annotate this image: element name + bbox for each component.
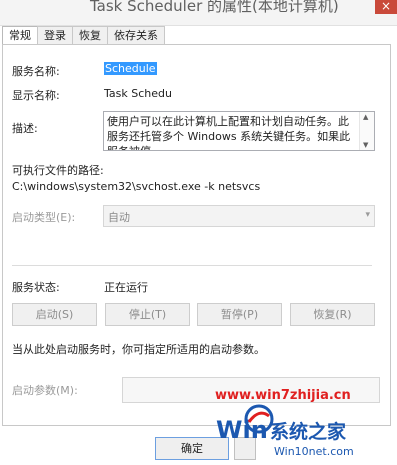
stop-button[interactable]: 停止(T) [105, 303, 190, 326]
watermark-brand: 系统之家 [270, 421, 347, 443]
exe-path-value: C:\windows\system32\svchost.exe -k netsv… [12, 180, 261, 193]
tab-recovery[interactable]: 恢复 [72, 26, 108, 44]
description-textbox[interactable]: 使用户可以在此计算机上配置和计划自动任务。此服务还托管多个 Windows 系统… [103, 111, 375, 151]
section-divider [12, 265, 372, 266]
description-scrollbar[interactable]: ▲ ▼ [359, 112, 374, 150]
exe-path-label: 可执行文件的路径: [12, 164, 104, 177]
window-title: Task Scheduler 的属性(本地计算机) [90, 0, 339, 15]
chevron-down-icon: ▾ [365, 210, 370, 220]
start-button[interactable]: 启动(S) [12, 303, 97, 326]
description-text: 使用户可以在此计算机上配置和计划自动任务。此服务还托管多个 Windows 系统… [107, 115, 351, 150]
general-panel [2, 44, 391, 426]
resume-button[interactable]: 恢复(R) [290, 303, 375, 326]
service-name-value[interactable]: Schedule [104, 62, 157, 75]
tab-logon[interactable]: 登录 [37, 26, 73, 44]
service-name-selected-text[interactable]: Schedule [104, 62, 157, 75]
pause-button[interactable]: 暂停(P) [197, 303, 282, 326]
title-bar: Task Scheduler 的属性(本地计算机) × [0, 0, 397, 26]
display-name-value[interactable]: Task Schedu [104, 87, 172, 100]
watermark-url-top: www.win7zhijia.cn [215, 388, 351, 403]
scroll-down-icon[interactable]: ▼ [363, 141, 368, 149]
tab-general[interactable]: 常规 [2, 26, 38, 45]
startup-type-label: 启动类型(E): [12, 211, 76, 224]
watermark-url-bottom: Win10net.com [274, 445, 354, 458]
start-params-label: 启动参数(M): [12, 384, 78, 397]
service-status-value: 正在运行 [104, 281, 148, 294]
tab-dependencies[interactable]: 依存关系 [107, 26, 165, 44]
service-status-label: 服务状态: [12, 281, 60, 294]
tab-strip: 常规 登录 恢复 依存关系 [2, 26, 165, 45]
display-name-label: 显示名称: [12, 89, 60, 102]
description-label: 描述: [12, 122, 38, 135]
startup-type-value: 自动 [108, 211, 130, 224]
start-params-hint: 当从此处启动服务时，你可指定所适用的启动参数。 [12, 343, 265, 356]
scroll-up-icon[interactable]: ▲ [363, 113, 368, 121]
service-name-label: 服务名称: [12, 65, 60, 78]
startup-type-dropdown[interactable]: 自动 ▾ [103, 205, 375, 227]
close-icon[interactable]: × [375, 0, 397, 14]
